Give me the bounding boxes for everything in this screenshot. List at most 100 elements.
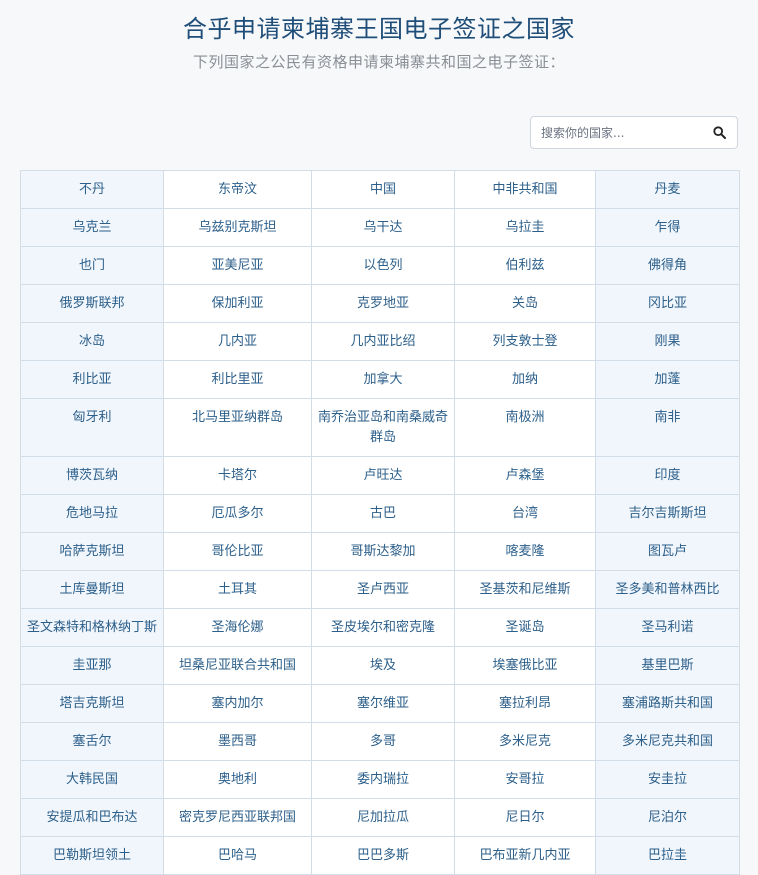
country-cell[interactable]: 喀麦隆 bbox=[454, 532, 596, 571]
country-cell[interactable]: 南非 bbox=[595, 398, 740, 457]
country-cell[interactable]: 巴勒斯坦领土 bbox=[20, 836, 164, 875]
country-cell[interactable]: 土库曼斯坦 bbox=[20, 570, 164, 609]
country-cell[interactable]: 哈萨克斯坦 bbox=[20, 532, 164, 571]
country-cell[interactable]: 圣马利诺 bbox=[595, 608, 740, 647]
country-cell[interactable]: 巴拉圭 bbox=[595, 836, 740, 875]
country-cell[interactable]: 大韩民国 bbox=[20, 760, 164, 799]
country-cell[interactable]: 塞浦路斯共和国 bbox=[595, 684, 740, 723]
country-cell[interactable]: 刚果 bbox=[595, 322, 740, 361]
country-cell[interactable]: 乌拉圭 bbox=[454, 208, 596, 247]
country-cell[interactable]: 乌干达 bbox=[311, 208, 455, 247]
country-row: 土库曼斯坦 土耳其 圣卢西亚 圣基茨和尼维斯 圣多美和普林西比 bbox=[20, 570, 740, 609]
country-cell[interactable]: 吉尔吉斯斯坦 bbox=[595, 494, 740, 533]
country-cell[interactable]: 哥斯达黎加 bbox=[311, 532, 455, 571]
country-cell[interactable]: 加纳 bbox=[454, 360, 596, 399]
country-cell[interactable]: 多米尼克共和国 bbox=[595, 722, 740, 761]
country-cell[interactable]: 圣卢西亚 bbox=[311, 570, 455, 609]
country-cell[interactable]: 加拿大 bbox=[311, 360, 455, 399]
country-cell[interactable]: 乍得 bbox=[595, 208, 740, 247]
country-cell[interactable]: 塔吉克斯坦 bbox=[20, 684, 164, 723]
country-cell[interactable]: 尼日尔 bbox=[454, 798, 596, 837]
country-cell[interactable]: 卡塔尔 bbox=[163, 456, 312, 495]
search-input[interactable] bbox=[531, 117, 707, 148]
country-cell[interactable]: 埃及 bbox=[311, 646, 455, 685]
country-cell[interactable]: 墨西哥 bbox=[163, 722, 312, 761]
country-table: 不丹 东帝汶 中国 中非共和国 丹麦 乌克兰 乌兹别克斯坦 乌干达 乌拉圭 乍得 也门 亚美尼亚 以色列… bbox=[20, 170, 740, 875]
country-cell[interactable]: 圣皮埃尔和密克隆 bbox=[311, 608, 455, 647]
country-cell[interactable]: 密克罗尼西亚联邦国 bbox=[163, 798, 312, 837]
country-cell[interactable]: 圣诞岛 bbox=[454, 608, 596, 647]
country-cell[interactable]: 北马里亚纳群岛 bbox=[163, 398, 312, 457]
country-cell[interactable]: 保加利亚 bbox=[163, 284, 312, 323]
country-cell[interactable]: 危地马拉 bbox=[20, 494, 164, 533]
country-cell[interactable]: 圣多美和普林西比 bbox=[595, 570, 740, 609]
country-cell[interactable]: 古巴 bbox=[311, 494, 455, 533]
country-cell[interactable]: 圣基茨和尼维斯 bbox=[454, 570, 596, 609]
country-cell[interactable]: 圭亚那 bbox=[20, 646, 164, 685]
country-cell[interactable]: 匈牙利 bbox=[20, 398, 164, 457]
country-cell[interactable]: 印度 bbox=[595, 456, 740, 495]
country-cell[interactable]: 奥地利 bbox=[163, 760, 312, 799]
country-row: 匈牙利 北马里亚纳群岛 南乔治亚岛和南桑威奇群岛 南极洲 南非 bbox=[20, 398, 740, 457]
country-cell[interactable]: 几内亚比绍 bbox=[311, 322, 455, 361]
country-cell[interactable]: 卢旺达 bbox=[311, 456, 455, 495]
country-cell[interactable]: 图瓦卢 bbox=[595, 532, 740, 571]
country-cell[interactable]: 南乔治亚岛和南桑威奇群岛 bbox=[311, 398, 455, 457]
country-cell[interactable]: 塞内加尔 bbox=[163, 684, 312, 723]
country-cell[interactable]: 尼加拉瓜 bbox=[311, 798, 455, 837]
country-cell[interactable]: 南极洲 bbox=[454, 398, 596, 457]
country-cell[interactable]: 巴哈马 bbox=[163, 836, 312, 875]
country-cell[interactable]: 佛得角 bbox=[595, 246, 740, 285]
country-cell[interactable]: 克罗地亚 bbox=[311, 284, 455, 323]
country-cell[interactable]: 安哥拉 bbox=[454, 760, 596, 799]
country-cell[interactable]: 博茨瓦纳 bbox=[20, 456, 164, 495]
country-cell[interactable]: 利比亚 bbox=[20, 360, 164, 399]
country-cell[interactable]: 台湾 bbox=[454, 494, 596, 533]
country-cell[interactable]: 坦桑尼亚联合共和国 bbox=[163, 646, 312, 685]
search-icon[interactable] bbox=[713, 126, 726, 139]
country-cell[interactable]: 伯利兹 bbox=[454, 246, 596, 285]
country-cell[interactable]: 土耳其 bbox=[163, 570, 312, 609]
country-cell[interactable]: 多哥 bbox=[311, 722, 455, 761]
country-cell[interactable]: 中非共和国 bbox=[454, 170, 596, 209]
country-cell[interactable]: 关岛 bbox=[454, 284, 596, 323]
country-row: 乌克兰 乌兹别克斯坦 乌干达 乌拉圭 乍得 bbox=[20, 208, 740, 247]
country-cell[interactable]: 塞尔维亚 bbox=[311, 684, 455, 723]
country-cell[interactable]: 多米尼克 bbox=[454, 722, 596, 761]
country-cell[interactable]: 丹麦 bbox=[595, 170, 740, 209]
country-cell[interactable]: 中国 bbox=[311, 170, 455, 209]
country-cell[interactable]: 也门 bbox=[20, 246, 164, 285]
country-cell[interactable]: 利比里亚 bbox=[163, 360, 312, 399]
country-cell[interactable]: 卢森堡 bbox=[454, 456, 596, 495]
country-cell[interactable]: 列支敦士登 bbox=[454, 322, 596, 361]
country-cell[interactable]: 冰岛 bbox=[20, 322, 164, 361]
page-title: 合乎申请柬埔寨王国电子签证之国家 bbox=[183, 15, 575, 43]
country-cell[interactable]: 俄罗斯联邦 bbox=[20, 284, 164, 323]
country-cell[interactable]: 哥伦比亚 bbox=[163, 532, 312, 571]
country-cell[interactable]: 亚美尼亚 bbox=[163, 246, 312, 285]
country-cell[interactable]: 巴巴多斯 bbox=[311, 836, 455, 875]
country-cell[interactable]: 巴布亚新几内亚 bbox=[454, 836, 596, 875]
country-table-body: 不丹 东帝汶 中国 中非共和国 丹麦 乌克兰 乌兹别克斯坦 乌干达 乌拉圭 乍得 也门 亚美尼亚 以色列… bbox=[20, 170, 740, 875]
country-cell[interactable]: 基里巴斯 bbox=[595, 646, 740, 685]
country-cell[interactable]: 塞拉利昂 bbox=[454, 684, 596, 723]
country-cell[interactable]: 乌克兰 bbox=[20, 208, 164, 247]
country-cell[interactable]: 安圭拉 bbox=[595, 760, 740, 799]
country-row: 哈萨克斯坦 哥伦比亚 哥斯达黎加 喀麦隆 图瓦卢 bbox=[20, 532, 740, 571]
country-cell[interactable]: 东帝汶 bbox=[163, 170, 312, 209]
country-cell[interactable]: 安提瓜和巴布达 bbox=[20, 798, 164, 837]
country-cell[interactable]: 圣文森特和格林纳丁斯 bbox=[20, 608, 164, 647]
country-row: 俄罗斯联邦 保加利亚 克罗地亚 关岛 冈比亚 bbox=[20, 284, 740, 323]
country-cell[interactable]: 圣海伦娜 bbox=[163, 608, 312, 647]
country-cell[interactable]: 不丹 bbox=[20, 170, 164, 209]
country-cell[interactable]: 以色列 bbox=[311, 246, 455, 285]
country-cell[interactable]: 厄瓜多尔 bbox=[163, 494, 312, 533]
country-cell[interactable]: 尼泊尔 bbox=[595, 798, 740, 837]
country-cell[interactable]: 塞舌尔 bbox=[20, 722, 164, 761]
country-cell[interactable]: 加蓬 bbox=[595, 360, 740, 399]
country-cell[interactable]: 埃塞俄比亚 bbox=[454, 646, 596, 685]
country-cell[interactable]: 冈比亚 bbox=[595, 284, 740, 323]
country-cell[interactable]: 几内亚 bbox=[163, 322, 312, 361]
country-cell[interactable]: 乌兹别克斯坦 bbox=[163, 208, 312, 247]
country-cell[interactable]: 委内瑞拉 bbox=[311, 760, 455, 799]
